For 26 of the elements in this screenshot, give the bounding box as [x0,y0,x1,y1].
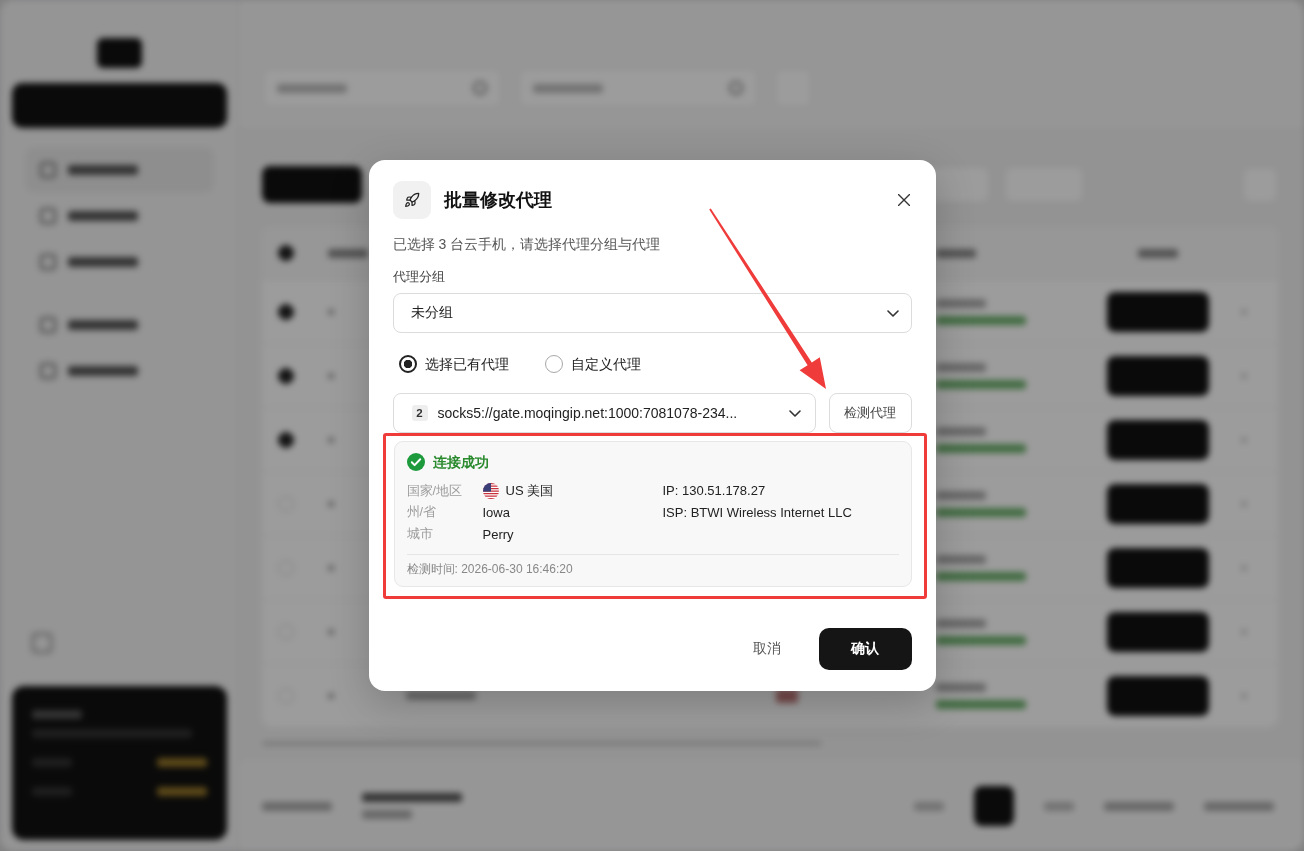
confirm-button[interactable]: 确认 [818,627,912,670]
rocket-icon [392,181,431,220]
radio-option[interactable]: 自定义代理 [538,355,641,374]
proxy-number-badge: 2 [411,405,428,422]
cancel-button[interactable]: 取消 [738,627,796,670]
detail-value: Perry [482,526,514,542]
close-icon [897,194,910,207]
detail-label: 州/省 [406,504,437,521]
check-time: 检测时间: 2026-06-30 16:46:20 [406,561,574,577]
detail-label: 城市 [406,525,434,543]
detail-value: US 美国 [505,482,554,500]
chevron-down-icon [788,409,801,417]
field-label: 代理分组 [392,269,446,286]
dialog-subtitle: 已选择 3 台云手机，请选择代理分组与代理 [392,235,662,254]
check-proxy-button[interactable]: 检测代理 [828,393,912,434]
proxy-select[interactable]: 2 socks5://gate.moqingip.net:1000:7081078-234... [392,393,816,434]
detail-label: 国家/地区 [406,482,463,500]
status-text: 连接成功 [432,453,489,472]
dialog-title: 批量修改代理 [443,189,553,213]
connection-info: IP: 130.51.178.27 [662,482,767,501]
connection-info: ISP: BTWI Wireless Internet LLC [662,503,852,522]
chevron-down-icon [886,309,899,317]
detail-value: Iowa [482,505,510,520]
group-select[interactable]: 未分组 [392,293,912,334]
radio-option[interactable]: 选择已有代理 [392,355,509,374]
flag-icon [482,483,499,499]
